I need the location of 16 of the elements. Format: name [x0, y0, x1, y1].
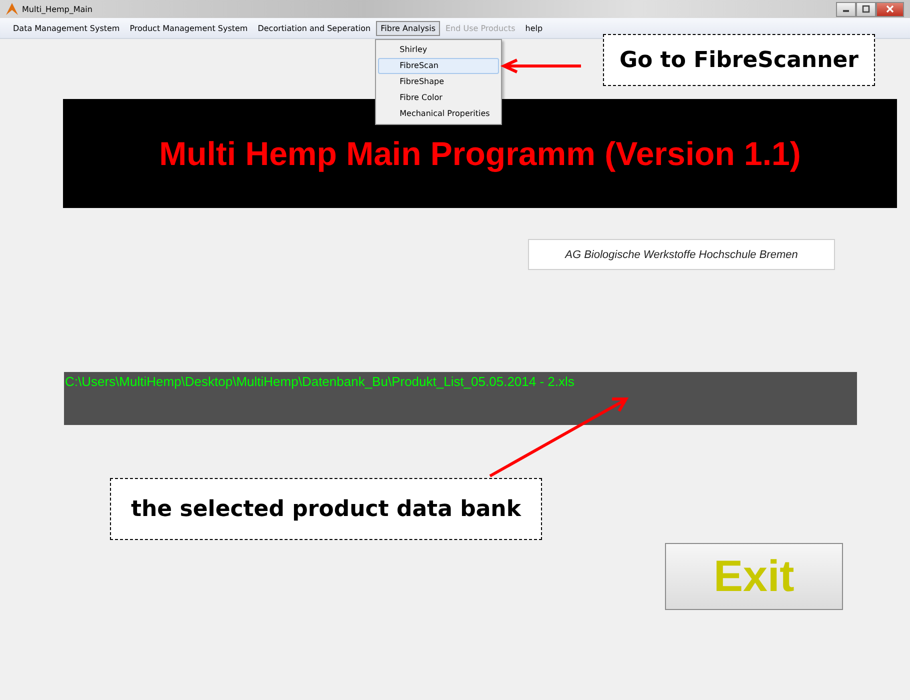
callout-note: the selected product data bank [110, 478, 542, 540]
callout-note: Go to FibreScanner [603, 34, 875, 86]
menu-item[interactable]: Fibre Analysis [376, 20, 440, 36]
dropdown-item[interactable]: FibreShape [378, 74, 499, 90]
dropdown-item[interactable]: Fibre Color [378, 90, 499, 106]
program-title: Multi Hemp Main Programm (Version 1.1) [159, 134, 801, 172]
dropdown-item[interactable]: Mechanical Properities [378, 106, 499, 122]
menu-item[interactable]: Decortiation and Seperation [252, 20, 376, 36]
menu-item[interactable]: Data Management System [8, 20, 125, 36]
file-path: C:\Users\MultiHemp\Desktop\MultiHemp\Datenbank_Bu\Produkt_List_05.05.2014 - 2.xls [64, 373, 576, 389]
window-title: Multi_Hemp_Main [22, 4, 92, 14]
menu-item[interactable]: help [520, 20, 548, 36]
dropdown-item[interactable]: FibreScan [378, 58, 499, 74]
dropdown-item[interactable]: Shirley [378, 42, 499, 58]
menu-item[interactable]: Product Management System [124, 20, 253, 36]
affiliation-label: AG Biologische Werkstoffe Hochschule Bremen [528, 239, 835, 270]
